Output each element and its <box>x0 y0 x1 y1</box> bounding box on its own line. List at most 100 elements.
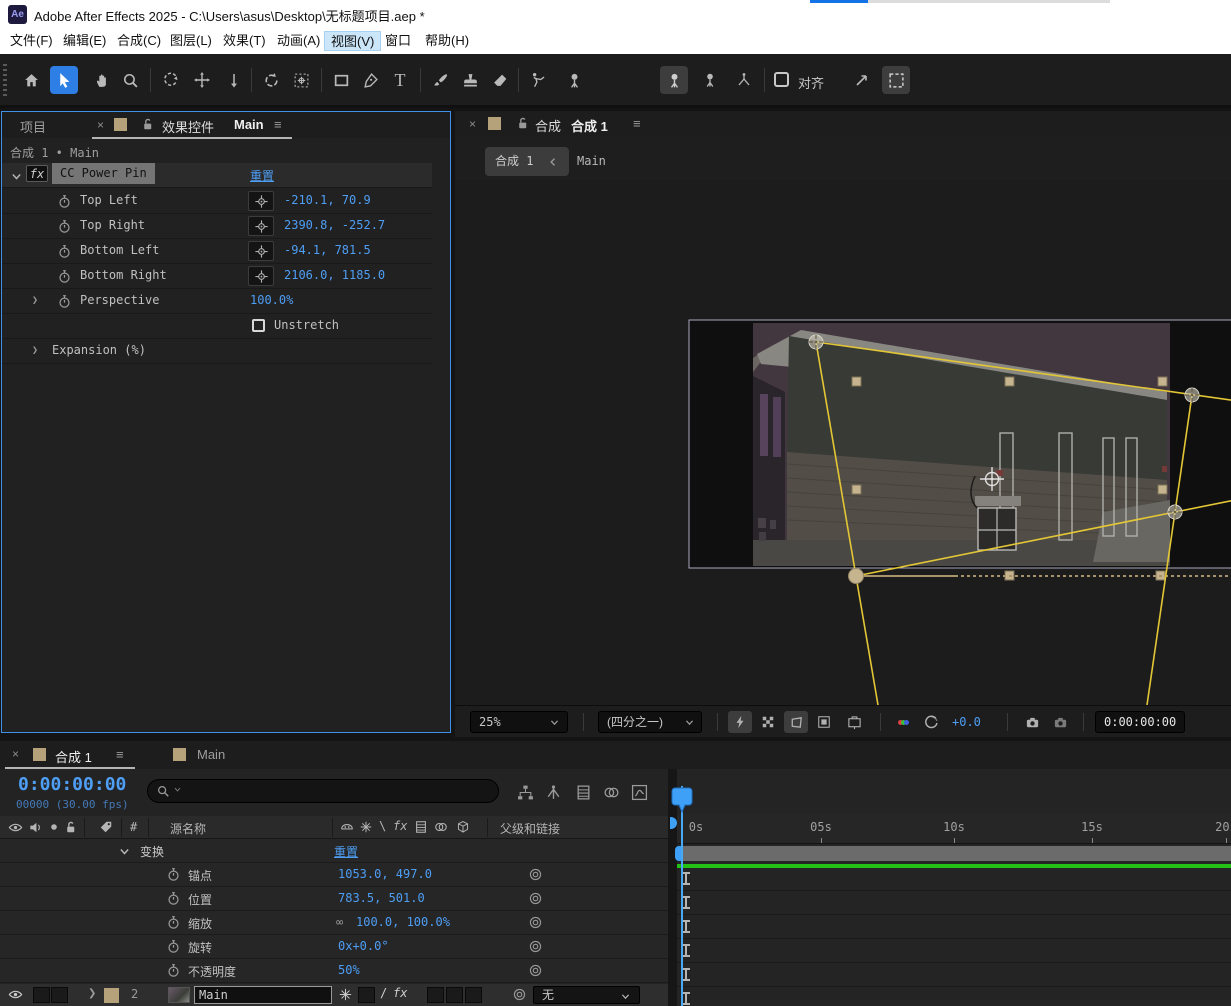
tab-effect-controls-comp[interactable]: Main <box>234 117 264 132</box>
shy-layers-icon[interactable] <box>572 781 594 803</box>
stopwatch-icon[interactable] <box>57 219 72 234</box>
orbit-camera-tool[interactable] <box>156 66 184 94</box>
menu-layer[interactable]: 图层(L) <box>164 31 218 51</box>
menu-composition[interactable]: 合成(C) <box>111 31 167 51</box>
selection-tool[interactable] <box>50 66 78 94</box>
region-of-interest-icon[interactable] <box>812 711 836 733</box>
viewer-breadcrumb-comp[interactable]: 合成 1 <box>485 147 569 176</box>
hand-tool[interactable] <box>88 66 116 94</box>
collapse-transform-icon[interactable] <box>338 987 353 1002</box>
menu-edit[interactable]: 编辑(E) <box>57 31 112 51</box>
tab-project[interactable]: 项目 <box>20 117 46 136</box>
close-tab-icon[interactable]: × <box>97 118 104 132</box>
track-row-transform[interactable] <box>677 867 1231 891</box>
chevron-right-icon[interactable]: ❯ <box>32 295 38 306</box>
viewer-timecode[interactable]: 0:00:00:00 <box>1095 711 1185 733</box>
mask-visibility-icon[interactable] <box>784 711 808 733</box>
resolution-dropdown[interactable]: (四分之一) <box>598 711 702 733</box>
pickwhip-icon[interactable] <box>512 987 527 1002</box>
tab-main[interactable]: Main <box>197 747 225 762</box>
menu-animation[interactable]: 动画(A) <box>271 31 326 51</box>
snap-toggle[interactable] <box>848 66 876 94</box>
menu-effect[interactable]: 效果(T) <box>217 31 272 51</box>
brush-tool[interactable] <box>426 66 454 94</box>
snapshot-camera-icon[interactable] <box>1020 711 1044 733</box>
transparency-grid-icon[interactable] <box>756 711 780 733</box>
corner-pin-top-right[interactable] <box>1185 388 1199 402</box>
exposure-reset-icon[interactable] <box>919 711 943 733</box>
rotation-tool[interactable] <box>257 66 285 94</box>
switch-box[interactable] <box>465 987 482 1003</box>
menu-file[interactable]: 文件(F) <box>4 31 59 51</box>
home-tool[interactable] <box>17 66 45 94</box>
clone-stamp-tool[interactable] <box>456 66 484 94</box>
viewer-breadcrumb-layer[interactable]: Main <box>577 154 606 168</box>
stopwatch-icon[interactable] <box>57 244 72 259</box>
magnification-dropdown[interactable]: 25% <box>470 711 568 733</box>
tab-composition-name[interactable]: 合成 1 <box>571 116 608 135</box>
track-row-rotation[interactable] <box>677 963 1231 987</box>
pickwhip-icon[interactable] <box>528 915 543 930</box>
stopwatch-icon[interactable] <box>166 891 181 906</box>
puppet-pin-tool[interactable] <box>560 66 588 94</box>
pickwhip-icon[interactable] <box>528 963 543 978</box>
close-tab-icon[interactable]: × <box>469 117 476 131</box>
chevron-down-icon[interactable] <box>118 845 131 858</box>
track-row-scale[interactable] <box>677 939 1231 963</box>
prop-value[interactable]: 783.5, 501.0 <box>338 891 425 905</box>
track-row-opacity[interactable] <box>677 987 1231 1006</box>
transform-label[interactable]: 变换 <box>140 843 164 860</box>
panel-menu-icon[interactable]: ≡ <box>274 117 282 132</box>
eraser-tool[interactable] <box>486 66 514 94</box>
pickwhip-icon[interactable] <box>528 867 543 882</box>
corner-pin-bottom-right[interactable] <box>1168 505 1182 519</box>
prop-value[interactable]: -94.1, 781.5 <box>284 243 371 257</box>
transform-reset-link[interactable]: 重置 <box>334 843 358 860</box>
stopwatch-icon[interactable] <box>166 867 181 882</box>
source-name-column-header[interactable]: 源名称 <box>170 820 206 837</box>
stopwatch-icon[interactable] <box>166 915 181 930</box>
switch-box[interactable] <box>358 987 375 1003</box>
point-picker-button[interactable] <box>248 266 274 286</box>
zoom-tool[interactable] <box>116 66 144 94</box>
effect-header-row[interactable]: fx CC Power Pin 重置 <box>2 163 432 188</box>
playhead-line[interactable] <box>681 786 683 1006</box>
effect-name[interactable]: CC Power Pin <box>52 163 155 184</box>
stopwatch-icon[interactable] <box>166 939 181 954</box>
layer-label-swatch[interactable] <box>104 988 119 1003</box>
quality-toggle[interactable]: / <box>380 986 387 1000</box>
tab-comp-1[interactable]: 合成 1 <box>55 747 92 766</box>
prop-value[interactable]: 2390.8, -252.7 <box>284 218 385 232</box>
puppet-position-pin[interactable] <box>660 66 688 94</box>
roto-brush-tool[interactable] <box>524 66 552 94</box>
tab-composition[interactable]: 合成 <box>535 116 561 135</box>
pen-tool[interactable] <box>356 66 384 94</box>
menu-view[interactable]: 视图(V) <box>324 31 381 51</box>
composition-region-icon[interactable] <box>842 711 866 733</box>
work-area-bar[interactable] <box>681 846 1231 861</box>
point-picker-button[interactable] <box>248 191 274 211</box>
lock-icon[interactable] <box>515 116 530 131</box>
corner-pin-top-left[interactable] <box>809 335 823 349</box>
type-tool[interactable]: T <box>386 66 414 94</box>
playhead-pin[interactable] <box>671 787 693 813</box>
graph-editor-icon[interactable] <box>628 781 650 803</box>
point-picker-button[interactable] <box>248 241 274 261</box>
pan-camera-tool[interactable] <box>188 66 216 94</box>
panel-menu-icon[interactable]: ≡ <box>116 747 124 762</box>
chevron-right-icon[interactable]: ❯ <box>88 988 96 999</box>
close-tab-icon[interactable]: × <box>12 747 19 761</box>
unstretch-checkbox[interactable] <box>252 319 265 332</box>
puppet-starch-pin[interactable] <box>696 66 724 94</box>
lock-icon[interactable] <box>140 117 155 132</box>
toolbar-grip[interactable] <box>3 64 7 98</box>
panel-menu-icon[interactable]: ≡ <box>633 116 641 131</box>
dolly-camera-tool[interactable] <box>220 66 248 94</box>
point-picker-button[interactable] <box>248 216 274 236</box>
menu-window[interactable]: 窗口 <box>379 31 417 51</box>
prop-value[interactable]: 100.0, 100.0% <box>356 915 450 929</box>
parent-link-column-header[interactable]: 父级和链接 <box>500 820 560 837</box>
fast-preview-icon[interactable] <box>728 711 752 733</box>
prop-value[interactable]: 50% <box>338 963 360 977</box>
stopwatch-icon[interactable] <box>57 269 72 284</box>
